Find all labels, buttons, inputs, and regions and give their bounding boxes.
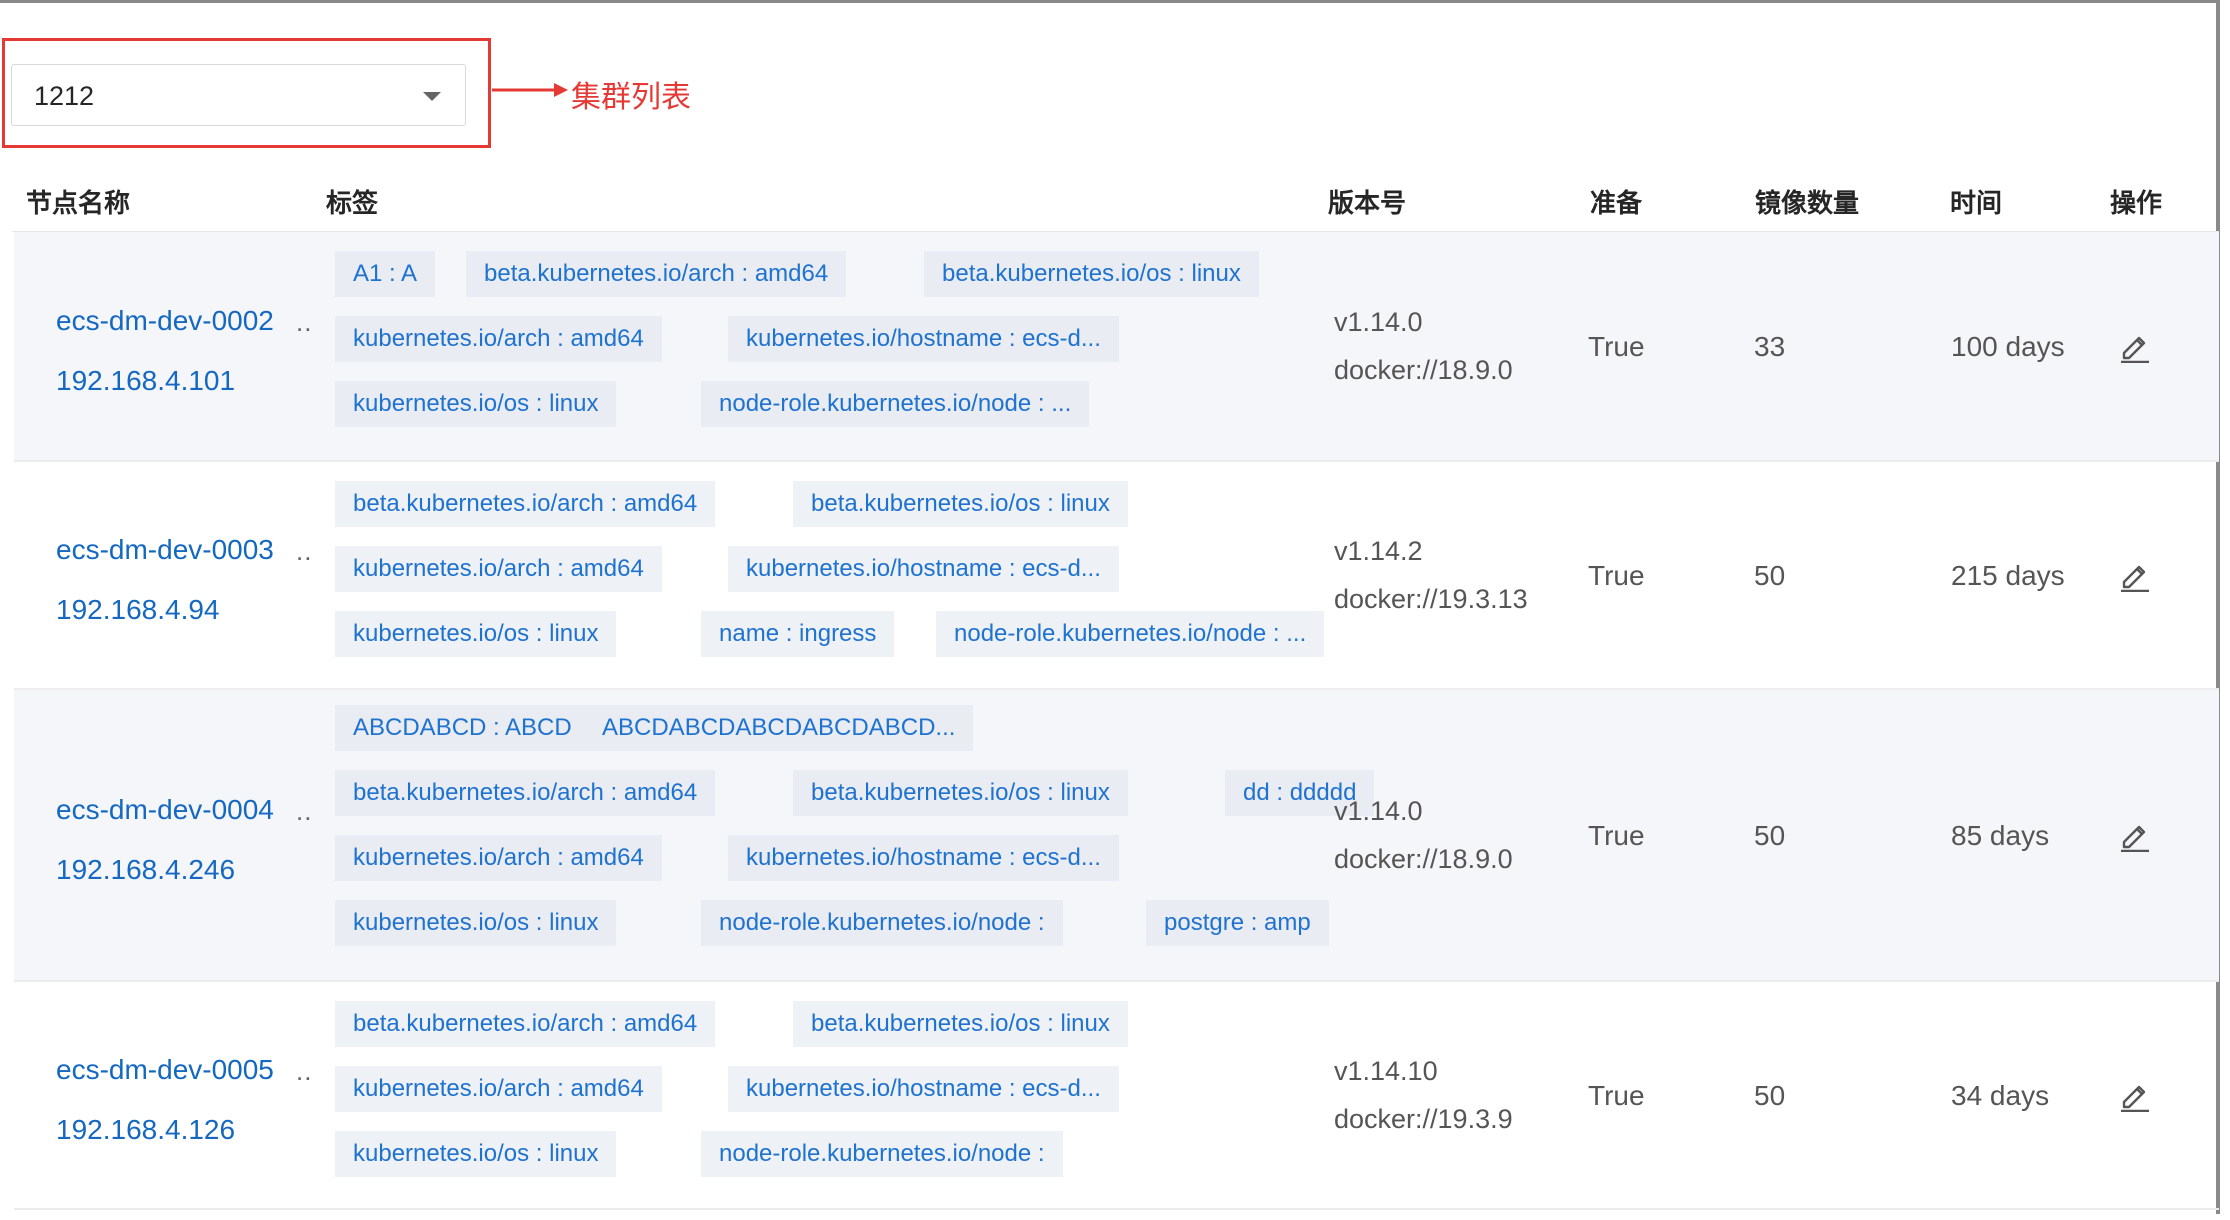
column-header-time: 时间: [1950, 188, 2003, 218]
ready-status: True: [1588, 331, 1645, 362]
k8s-version: v1.14.0: [1334, 307, 1423, 337]
annotation-arrow-icon: [492, 83, 568, 97]
node-name-link[interactable]: ecs-dm-dev-0004: [56, 794, 274, 826]
label-tag: ABCDABCDABCDABCDABCD...: [584, 705, 974, 751]
label-tag: beta.kubernetes.io/arch : amd64: [335, 1001, 716, 1047]
label-tag: name : ingress: [701, 611, 895, 657]
label-tag: beta.kubernetes.io/arch : amd64: [466, 251, 847, 297]
k8s-version: v1.14.0: [1334, 796, 1423, 826]
table-row: ecs-dm-dev-0002.. 192.168.4.101 A1 : A beta…: [14, 232, 2219, 462]
label-tag: beta.kubernetes.io/os : linux: [793, 481, 1128, 527]
image-count: 50: [1754, 1080, 1786, 1111]
label-tag: postgre : amp: [1146, 900, 1329, 946]
node-name-ellipsis: ..: [296, 1056, 313, 1086]
label-tag: beta.kubernetes.io/os : linux: [924, 251, 1259, 297]
label-tag: beta.kubernetes.io/os : linux: [793, 770, 1128, 816]
node-age: 85 days: [1951, 820, 2050, 851]
node-name-link[interactable]: ecs-dm-dev-0003: [56, 534, 274, 566]
table-row: ecs-dm-dev-0004.. 192.168.4.246 ABCDABCD :…: [14, 690, 2219, 982]
node-age: 34 days: [1951, 1080, 2050, 1111]
label-tag: kubernetes.io/hostname : ecs-d...: [728, 546, 1119, 592]
ready-status: True: [1588, 820, 1645, 851]
column-header-tags: 标签: [326, 188, 379, 218]
node-ip-link[interactable]: 192.168.4.94: [56, 594, 220, 626]
image-count: 50: [1754, 560, 1786, 591]
edit-icon[interactable]: [2118, 329, 2152, 363]
label-tag: node-role.kubernetes.io/node : ...: [701, 381, 1090, 427]
label-tag: kubernetes.io/arch : amd64: [335, 316, 662, 362]
image-count: 33: [1754, 331, 1786, 362]
node-ip-link[interactable]: 192.168.4.101: [56, 365, 235, 397]
node-name-link[interactable]: ecs-dm-dev-0002: [56, 305, 274, 337]
column-header-image-count: 镜像数量: [1755, 188, 1860, 218]
docker-version: docker://19.3.13: [1334, 584, 1528, 614]
label-tag: node-role.kubernetes.io/node :: [701, 900, 1063, 946]
table-row: ecs-dm-dev-0005.. 192.168.4.126 beta.kuber…: [14, 982, 2219, 1210]
node-name-ellipsis: ..: [296, 536, 313, 566]
node-ip-link[interactable]: 192.168.4.246: [56, 854, 235, 886]
docker-version: docker://18.9.0: [1334, 355, 1513, 385]
label-tag: kubernetes.io/os : linux: [335, 381, 617, 427]
column-header-node-name: 节点名称: [26, 188, 131, 218]
label-tag: kubernetes.io/hostname : ecs-d...: [728, 1066, 1119, 1112]
label-tag: beta.kubernetes.io/os : linux: [793, 1001, 1128, 1047]
image-count: 50: [1754, 820, 1786, 851]
column-header-version: 版本号: [1328, 188, 1407, 218]
column-header-ready: 准备: [1590, 188, 1643, 218]
edit-icon[interactable]: [2118, 1078, 2152, 1112]
edit-icon[interactable]: [2118, 818, 2152, 852]
table-row: ecs-dm-dev-0003.. 192.168.4.94 beta.kubern…: [14, 462, 2219, 690]
label-tag: kubernetes.io/arch : amd64: [335, 546, 662, 592]
label-tag: kubernetes.io/hostname : ecs-d...: [728, 316, 1119, 362]
label-tag: kubernetes.io/arch : amd64: [335, 835, 662, 881]
node-age: 215 days: [1951, 560, 2065, 591]
annotation-label: 集群列表: [571, 81, 691, 114]
label-tag: node-role.kubernetes.io/node :: [701, 1131, 1063, 1177]
table-header: 节点名称 标签 版本号 准备 镜像数量 时间 操作: [12, 165, 2219, 232]
node-name-ellipsis: ..: [296, 307, 313, 337]
node-age: 100 days: [1951, 331, 2065, 362]
k8s-version: v1.14.2: [1334, 536, 1423, 566]
k8s-version: v1.14.10: [1334, 1056, 1438, 1086]
edit-icon[interactable]: [2118, 558, 2152, 592]
column-header-actions: 操作: [2110, 188, 2163, 218]
ready-status: True: [1588, 1080, 1645, 1111]
node-name-ellipsis: ..: [296, 796, 313, 826]
label-tag: node-role.kubernetes.io/node : ...: [936, 611, 1325, 657]
docker-version: docker://18.9.0: [1334, 844, 1513, 874]
label-tag: kubernetes.io/hostname : ecs-d...: [728, 835, 1119, 881]
label-tag: beta.kubernetes.io/arch : amd64: [335, 481, 716, 527]
annotation-highlight-box: [2, 38, 491, 148]
label-tag: A1 : A: [335, 251, 436, 297]
ready-status: True: [1588, 560, 1645, 591]
docker-version: docker://19.3.9: [1334, 1104, 1513, 1134]
label-tag: kubernetes.io/os : linux: [335, 611, 617, 657]
label-tag: beta.kubernetes.io/arch : amd64: [335, 770, 716, 816]
label-tag: kubernetes.io/arch : amd64: [335, 1066, 662, 1112]
node-name-link[interactable]: ecs-dm-dev-0005: [56, 1054, 274, 1086]
label-tag: kubernetes.io/os : linux: [335, 1131, 617, 1177]
label-tag: kubernetes.io/os : linux: [335, 900, 617, 946]
label-tag: ABCDABCD : ABCD: [335, 705, 590, 751]
node-ip-link[interactable]: 192.168.4.126: [56, 1114, 235, 1146]
